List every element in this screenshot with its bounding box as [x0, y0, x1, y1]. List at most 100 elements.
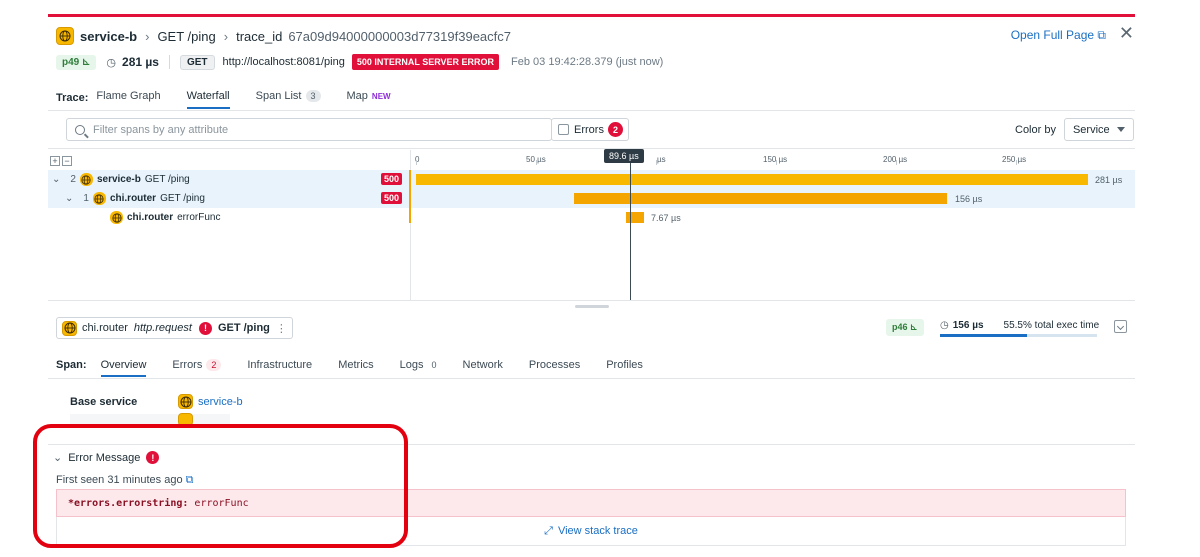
- tab-waterfall[interactable]: Waterfall: [186, 90, 230, 109]
- span-service: chi.router: [109, 193, 157, 204]
- span-row[interactable]: chi.router errorFunc: [48, 208, 1135, 227]
- span-resource: GET /ping: [160, 193, 205, 204]
- base-service-label: Base service: [70, 395, 138, 408]
- resize-handle[interactable]: [575, 305, 609, 308]
- percentile-value: p49: [62, 56, 80, 68]
- tick-mark: [776, 160, 777, 165]
- status-code-badge: 500: [381, 192, 403, 204]
- child-count: 1: [83, 193, 89, 204]
- tab-overview[interactable]: Overview: [100, 359, 146, 377]
- divider: [48, 110, 1135, 111]
- exec-time-fill: [940, 334, 1028, 337]
- color-by-select[interactable]: Service: [1063, 118, 1134, 141]
- collapse-all-icon[interactable]: −: [62, 156, 72, 166]
- time-tick: µs: [657, 155, 666, 164]
- endpoint-name[interactable]: GET /ping: [157, 29, 215, 44]
- errors-count-badge: 2: [607, 122, 623, 137]
- tick-mark: [416, 160, 417, 165]
- percentile-badge[interactable]: p49 ⊾: [56, 54, 97, 70]
- percentile-badge[interactable]: p46 ⊾: [886, 319, 924, 336]
- exec-time-bar: [940, 334, 1097, 337]
- time-tick: 250 µs: [1002, 155, 1027, 164]
- tab-network[interactable]: Network: [463, 359, 503, 371]
- tick-mark: [896, 160, 897, 165]
- trace-id-value[interactable]: 67a09d94000000003d77319f39eacfc7: [288, 29, 511, 44]
- search-icon: [75, 124, 85, 135]
- tick-mark: [656, 160, 657, 165]
- globe-icon: [79, 173, 93, 186]
- base-service-row: Base service service-b: [70, 394, 243, 409]
- tab-span-list[interactable]: Span List 3: [256, 90, 321, 106]
- base-service-link[interactable]: service-b: [198, 396, 243, 408]
- status-code-badge: 500: [381, 173, 403, 185]
- tab-metrics[interactable]: Metrics: [338, 359, 373, 371]
- chevron-right-icon: ›: [223, 28, 229, 44]
- clock-icon: ◷: [940, 320, 949, 331]
- tab-errors[interactable]: Errors 2: [172, 359, 222, 371]
- close-icon[interactable]: ✕: [1119, 24, 1134, 42]
- time-cursor-label: 89.6 µs: [604, 149, 644, 163]
- open-full-page-link[interactable]: Open Full Page ⧉: [1011, 28, 1106, 43]
- timestamp: Feb 03 19:42:28.379 (just now): [511, 56, 664, 68]
- time-cursor[interactable]: [630, 158, 631, 300]
- more-icon[interactable]: ⋮: [276, 322, 287, 335]
- logs-count-badge: 0: [431, 360, 437, 370]
- chevron-down-icon: [1116, 127, 1125, 132]
- chevron-down-icon[interactable]: ⌄: [65, 193, 73, 204]
- tab-flame-graph[interactable]: Flame Graph: [96, 90, 160, 106]
- span-service: service-b: [96, 174, 141, 185]
- breadcrumb: service-b › GET /ping › trace_id 67a09d9…: [56, 24, 1134, 46]
- color-by-value: Service: [1072, 123, 1110, 136]
- span-duration-value: 156 µs: [952, 320, 984, 331]
- collapse-panel-icon[interactable]: [1114, 320, 1127, 333]
- clock-icon: ◷: [106, 56, 117, 69]
- globe-icon: [92, 192, 106, 205]
- tab-processes[interactable]: Processes: [529, 359, 580, 371]
- tab-map-label: Map: [346, 90, 368, 102]
- span-service-name: chi.router: [82, 322, 128, 334]
- service-name[interactable]: service-b: [80, 29, 137, 44]
- new-badge: NEW: [371, 92, 391, 101]
- color-by-control: Color by Service: [1015, 118, 1134, 141]
- tab-map[interactable]: Map NEW: [347, 90, 391, 106]
- divider: [168, 55, 170, 69]
- span-exec-summary: ◷ 156 µs 55.5% total exec time: [940, 320, 1099, 331]
- child-count: 2: [70, 174, 76, 185]
- span-operation: http.request: [133, 322, 192, 334]
- span-summary: chi.router http.request ! GET /ping ⋮: [56, 317, 293, 339]
- span-bar[interactable]: [626, 212, 644, 223]
- tab-logs[interactable]: Logs 0: [400, 359, 437, 371]
- trace-tabs-label: Trace:: [56, 92, 89, 104]
- trace-duration: 281 µs: [122, 55, 159, 69]
- trace-tabs: Trace: Flame Graph Waterfall Span List 3 …: [56, 88, 417, 109]
- span-filter-input[interactable]: Filter spans by any attribute: [66, 118, 552, 141]
- span-tabs-label: Span:: [56, 359, 87, 371]
- span-duration: 7.67 µs: [651, 213, 681, 223]
- open-full-page-label: Open Full Page: [1010, 28, 1095, 42]
- top-accent-bar: [48, 14, 1135, 17]
- chevron-down-icon[interactable]: ⌄: [52, 174, 60, 185]
- chart-icon: ⊾: [82, 56, 91, 68]
- globe-icon: [178, 394, 193, 409]
- method-badge: GET: [179, 54, 215, 70]
- span-bar[interactable]: [416, 174, 1088, 185]
- span-tabs: Span: Overview Errors 2 Infrastructure Me…: [56, 355, 669, 377]
- errors-filter-checkbox[interactable]: Errors 2: [551, 118, 629, 141]
- view-stack-trace-label: View stack trace: [557, 525, 638, 537]
- tick-mark: [1016, 160, 1017, 165]
- color-by-label: Color by: [1015, 123, 1056, 136]
- divider: [48, 378, 1135, 379]
- span-resource: errorFunc: [177, 212, 221, 223]
- globe-icon: [62, 320, 77, 336]
- chart-icon: ⊾: [910, 322, 918, 332]
- expand-all-icon[interactable]: +: [50, 156, 60, 166]
- tab-span-list-label: Span List: [255, 90, 302, 102]
- tab-logs-label: Logs: [399, 359, 424, 371]
- errors-count-badge: 2: [206, 359, 222, 371]
- divider: [48, 148, 1135, 149]
- span-resource-name: GET /ping: [217, 322, 270, 334]
- checkbox[interactable]: [558, 124, 569, 135]
- trace-meta: p49 ⊾ ◷ 281 µs GET http://localhost:8081…: [56, 53, 663, 71]
- tab-infrastructure[interactable]: Infrastructure: [247, 359, 312, 371]
- tab-profiles[interactable]: Profiles: [606, 359, 643, 371]
